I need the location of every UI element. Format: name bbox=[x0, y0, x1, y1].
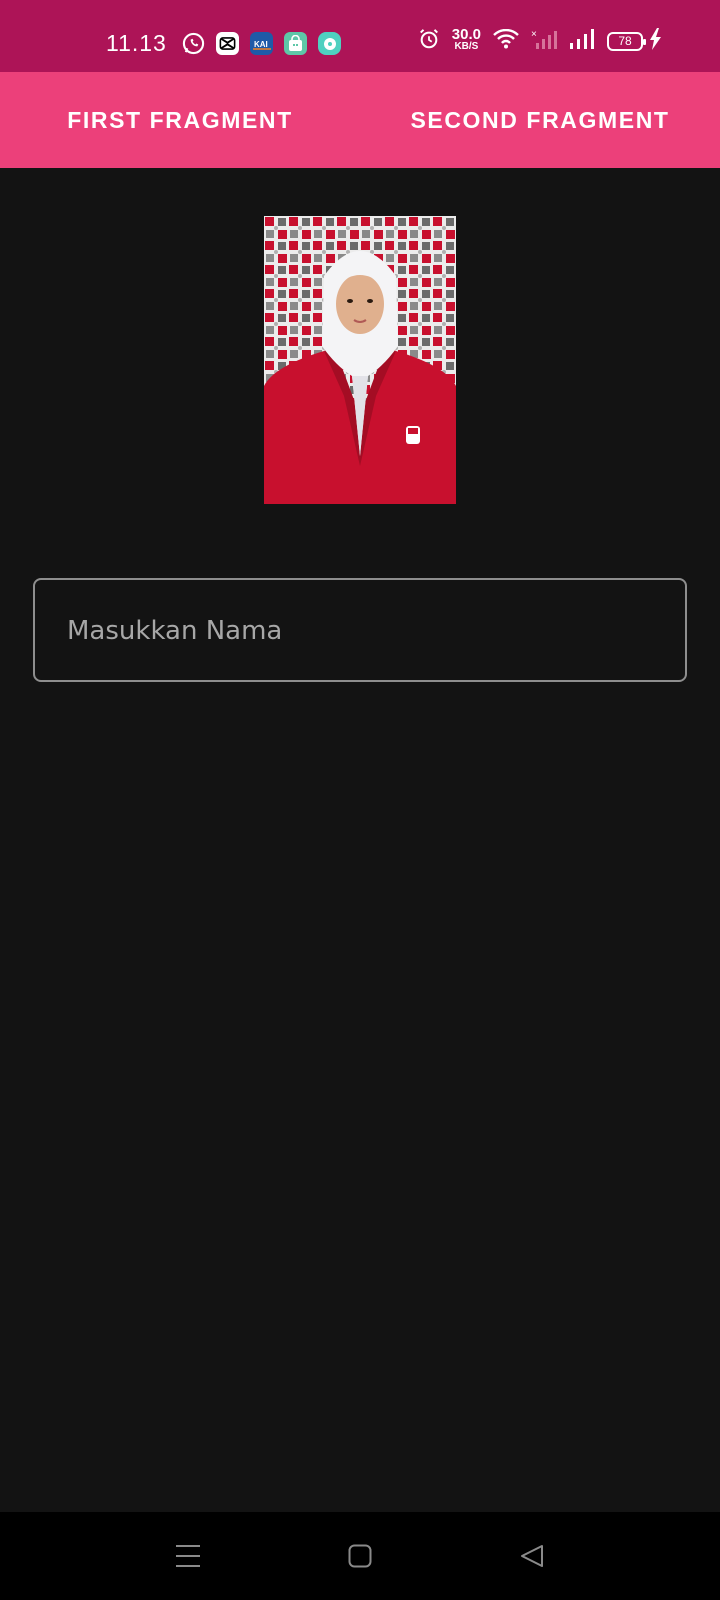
signal-icon bbox=[569, 28, 595, 54]
menu-icon[interactable] bbox=[170, 1538, 206, 1574]
signal-no-sim-icon: × bbox=[531, 28, 557, 54]
alarm-icon bbox=[418, 28, 440, 54]
wifi-icon bbox=[493, 28, 519, 53]
name-input[interactable] bbox=[65, 580, 669, 682]
home-icon[interactable] bbox=[342, 1538, 378, 1574]
shopee-icon bbox=[284, 32, 307, 55]
network-speed-value: 30.0 bbox=[451, 26, 481, 43]
capcut-icon bbox=[216, 32, 239, 55]
status-right-icons: 30.0 KB/S × 78 bbox=[418, 26, 662, 54]
tab-bar: FIRST FRAGMENT SECOND FRAGMENT bbox=[0, 72, 720, 168]
status-bar: 11.13 KAI 30.0 KB/S × 78 bbox=[0, 0, 720, 72]
status-time: 11.13 bbox=[106, 30, 167, 56]
network-speed: 30.0 KB/S bbox=[451, 26, 481, 53]
svg-text:KAI: KAI bbox=[254, 40, 268, 49]
navigation-bar bbox=[0, 1512, 720, 1600]
name-input-field[interactable] bbox=[33, 578, 687, 682]
kai-access-icon: KAI bbox=[250, 32, 273, 55]
whatsapp-icon bbox=[182, 32, 205, 55]
charging-icon bbox=[649, 28, 662, 54]
messenger-icon bbox=[318, 32, 341, 55]
svg-text:×: × bbox=[531, 29, 537, 40]
network-speed-unit: KB/S bbox=[454, 41, 479, 52]
back-icon[interactable] bbox=[514, 1538, 550, 1574]
notification-icons: KAI bbox=[182, 32, 341, 55]
tab-second-fragment[interactable]: SECOND FRAGMENT bbox=[360, 72, 720, 168]
portrait-image bbox=[264, 216, 456, 504]
battery-indicator: 78 bbox=[607, 31, 646, 51]
profile-photo bbox=[264, 216, 456, 504]
tab-first-fragment[interactable]: FIRST FRAGMENT bbox=[0, 72, 360, 168]
